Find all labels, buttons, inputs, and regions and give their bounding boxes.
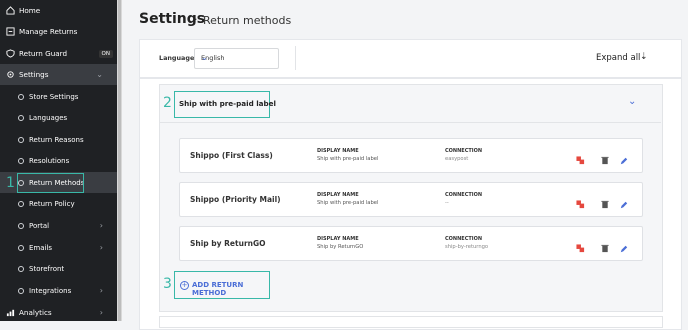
sidebar: Home Manage Returns Return Guard ON Sett…	[0, 0, 117, 321]
chevron-right-icon: ›	[99, 243, 103, 252]
sidebar-item-settings[interactable]: Settings ⌄	[0, 64, 117, 85]
method-row: Ship by ReturnGO DISPLAY NAME Ship by Re…	[179, 226, 643, 261]
edit-icon[interactable]	[620, 150, 628, 169]
bullet-icon	[18, 200, 24, 207]
display-name-value: Ship by ReturnGO	[317, 244, 364, 250]
sidebar-item-home[interactable]: Home	[0, 0, 117, 21]
language-select[interactable]: English ⌄	[194, 48, 279, 69]
plus-icon: +	[180, 281, 189, 290]
sidebar-item-label: Settings	[19, 70, 49, 79]
connection-label: CONNECTION	[445, 192, 483, 198]
connection-value: easypost	[445, 156, 469, 162]
callout-number: 2	[163, 95, 172, 111]
chevron-down-icon[interactable]: ⌄	[628, 96, 636, 107]
sidebar-item-label: Home	[19, 6, 41, 15]
bullet-icon	[18, 157, 24, 164]
connection-label: CONNECTION	[445, 148, 483, 154]
divider	[295, 46, 296, 70]
gear-icon	[6, 70, 15, 79]
sidebar-item-label: Manage Returns	[19, 27, 78, 36]
display-name-label: DISPLAY NAME	[317, 192, 359, 198]
sidebar-item-label: Return Policy	[29, 199, 75, 208]
sidebar-item-label: Languages	[29, 113, 68, 122]
bullet-icon	[18, 93, 24, 100]
sidebar-item-label: Integrations	[29, 286, 72, 295]
sidebar-item-return-guard[interactable]: Return Guard ON	[0, 43, 117, 64]
section-title: Ship with pre-paid label	[179, 99, 277, 108]
sidebar-subitem-return-reasons[interactable]: Return Reasons	[0, 129, 117, 150]
sidebar-item-analytics[interactable]: Analytics ›	[0, 302, 117, 323]
sidebar-item-label: Emails	[29, 243, 53, 252]
sidebar-subitem-integrations[interactable]: Integrations ›	[0, 280, 117, 301]
chevron-down-icon: ⌄	[96, 70, 103, 79]
add-return-method-label: ADD RETURN METHOD	[192, 281, 244, 297]
chevron-down-icon: ⌄	[201, 53, 208, 62]
method-row: Shippo (Priority Mail) DISPLAY NAME Ship…	[179, 182, 643, 217]
chevron-right-icon: ›	[99, 221, 103, 230]
sidebar-subitem-portal[interactable]: Portal ›	[0, 215, 117, 236]
bullet-icon	[18, 136, 24, 143]
sidebar-item-label: Return Guard	[19, 49, 68, 58]
status-badge: ON	[98, 49, 113, 58]
expand-all-button[interactable]: Expand all	[596, 53, 640, 63]
shield-icon	[6, 49, 15, 58]
bullet-icon	[18, 244, 24, 251]
connection-value: --	[445, 200, 449, 206]
chevron-right-icon: ›	[99, 286, 103, 295]
next-section	[159, 316, 663, 328]
expand-all-icon[interactable]: ⇣	[640, 52, 648, 62]
analytics-icon	[6, 308, 15, 317]
connection-label: CONNECTION	[445, 236, 483, 242]
sidebar-subitem-storefront[interactable]: Storefront	[0, 258, 117, 279]
chevron-right-icon: ›	[99, 308, 103, 317]
sidebar-item-label: Portal	[29, 221, 50, 230]
home-icon	[6, 6, 15, 15]
sidebar-subitem-emails[interactable]: Emails ›	[0, 237, 117, 258]
method-row: Shippo (First Class) DISPLAY NAME Ship w…	[179, 138, 643, 173]
sidebar-subitem-store-settings[interactable]: Store Settings	[0, 86, 117, 107]
callout-number: 3	[163, 276, 172, 292]
sidebar-subitem-resolutions[interactable]: Resolutions	[0, 150, 117, 171]
disconnect-icon[interactable]	[576, 150, 585, 169]
method-name: Shippo (Priority Mail)	[190, 195, 281, 204]
bullet-icon	[18, 265, 24, 272]
sidebar-subitem-languages[interactable]: Languages	[0, 107, 117, 128]
page-subtitle: Return methods	[203, 14, 292, 27]
display-name-value: Ship with pre-paid label	[317, 156, 379, 162]
sidebar-subitem-return-policy[interactable]: Return Policy	[0, 193, 117, 214]
bullet-icon	[18, 114, 24, 121]
language-label: Language	[159, 54, 195, 62]
disconnect-icon[interactable]	[576, 194, 585, 213]
add-return-method-button[interactable]: + ADD RETURN METHOD	[174, 271, 270, 299]
sidebar-item-label: Analytics	[19, 308, 52, 317]
sidebar-item-label: Storefront	[29, 264, 65, 273]
bullet-icon	[18, 287, 24, 294]
display-name-label: DISPLAY NAME	[317, 148, 359, 154]
edit-icon[interactable]	[620, 238, 628, 257]
trash-icon[interactable]	[601, 194, 609, 213]
disconnect-icon[interactable]	[576, 238, 585, 257]
callout-box	[17, 173, 84, 193]
edit-icon[interactable]	[620, 194, 628, 213]
scroll-thumb[interactable]	[118, 0, 121, 321]
display-name-value: Ship with pre-paid label	[317, 200, 379, 206]
callout-number: 1	[6, 175, 15, 191]
bullet-icon	[18, 222, 24, 229]
trash-icon[interactable]	[601, 150, 609, 169]
method-name: Ship by ReturnGO	[190, 239, 266, 248]
connection-value: ship-by-returngo	[445, 244, 489, 250]
sidebar-item-label: Resolutions	[29, 156, 70, 165]
title-separator: ·	[194, 13, 198, 26]
returns-icon	[6, 27, 15, 36]
sidebar-item-label: Return Reasons	[29, 135, 84, 144]
trash-icon[interactable]	[601, 238, 609, 257]
display-name-label: DISPLAY NAME	[317, 236, 359, 242]
sidebar-item-label: Store Settings	[29, 92, 79, 101]
method-name: Shippo (First Class)	[190, 151, 273, 160]
sidebar-item-manage-returns[interactable]: Manage Returns	[0, 21, 117, 42]
